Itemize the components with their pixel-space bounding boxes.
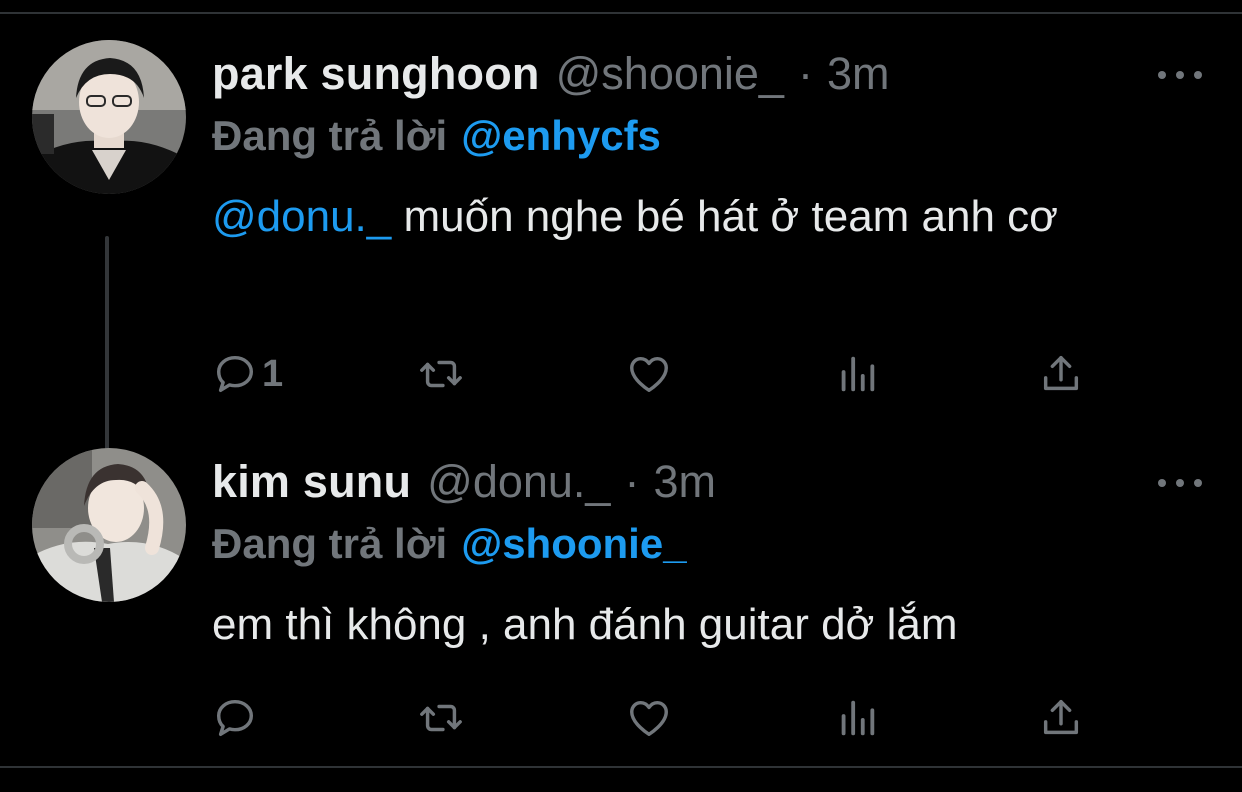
reply-icon (216, 355, 254, 393)
views-icon (841, 356, 875, 392)
retweet-button[interactable] (418, 344, 464, 404)
like-icon (630, 356, 668, 393)
tweet-text: em thì không , anh đánh guitar dở lắm (212, 592, 1212, 658)
like-icon (630, 700, 668, 737)
like-button[interactable] (626, 688, 672, 748)
replying-label: Đang trả lời (212, 520, 448, 567)
share-icon (1043, 355, 1079, 391)
replying-to-mention[interactable]: @enhycfs (461, 112, 661, 160)
avatar[interactable] (32, 448, 186, 602)
body-text: em thì không , anh đánh guitar dở lắm (212, 600, 958, 649)
user-handle[interactable]: @shoonie_ (556, 48, 784, 100)
avatar[interactable] (32, 40, 186, 194)
display-name[interactable]: park sunghoon (212, 48, 540, 100)
reply-button[interactable]: 1 (212, 344, 283, 404)
tweet-park-sunghoon[interactable]: park sunghoon @shoonie_ · 3m Đang trả lờ… (0, 38, 1242, 458)
replying-to-mention[interactable]: @shoonie_ (461, 520, 686, 568)
views-icon (841, 700, 875, 736)
reply-button[interactable] (212, 688, 258, 748)
tweet-header: park sunghoon @shoonie_ · 3m (212, 44, 889, 104)
user-handle[interactable]: @donu._ (427, 456, 610, 508)
tweet-header: kim sunu @donu._ · 3m (212, 452, 716, 512)
separator-dot: · (797, 48, 813, 99)
share-icon (1043, 699, 1079, 735)
retweet-button[interactable] (418, 688, 464, 748)
reply-count: 1 (262, 352, 284, 395)
replying-label: Đang trả lời (212, 112, 448, 159)
share-button[interactable] (1038, 688, 1084, 748)
timestamp[interactable]: 3m (827, 48, 890, 100)
body-mention[interactable]: @donu._ (212, 192, 391, 241)
separator-dot: · (624, 456, 640, 507)
replying-to: Đang trả lời @enhycfs (212, 108, 661, 164)
display-name[interactable]: kim sunu (212, 456, 411, 508)
tweet-text: @donu._ muốn nghe bé hát ở team anh cơ (212, 184, 1212, 250)
bottom-divider (0, 766, 1242, 768)
views-button[interactable] (834, 344, 880, 404)
replying-to: Đang trả lời @shoonie_ (212, 516, 687, 572)
tweet-actions: 1 (0, 344, 1242, 404)
share-button[interactable] (1038, 344, 1084, 404)
reply-icon (216, 699, 254, 737)
more-icon[interactable] (1158, 476, 1202, 490)
retweet-icon (420, 704, 462, 732)
body-text: muốn nghe bé hát ở team anh cơ (391, 192, 1059, 241)
views-button[interactable] (834, 688, 880, 748)
timestamp[interactable]: 3m (653, 456, 716, 508)
retweet-icon (420, 360, 462, 388)
like-button[interactable] (626, 344, 672, 404)
tweet-actions (0, 688, 1242, 748)
more-icon[interactable] (1158, 68, 1202, 82)
tweet-kim-sunu[interactable]: kim sunu @donu._ · 3m Đang trả lời @shoo… (0, 446, 1242, 764)
top-divider (0, 12, 1242, 14)
